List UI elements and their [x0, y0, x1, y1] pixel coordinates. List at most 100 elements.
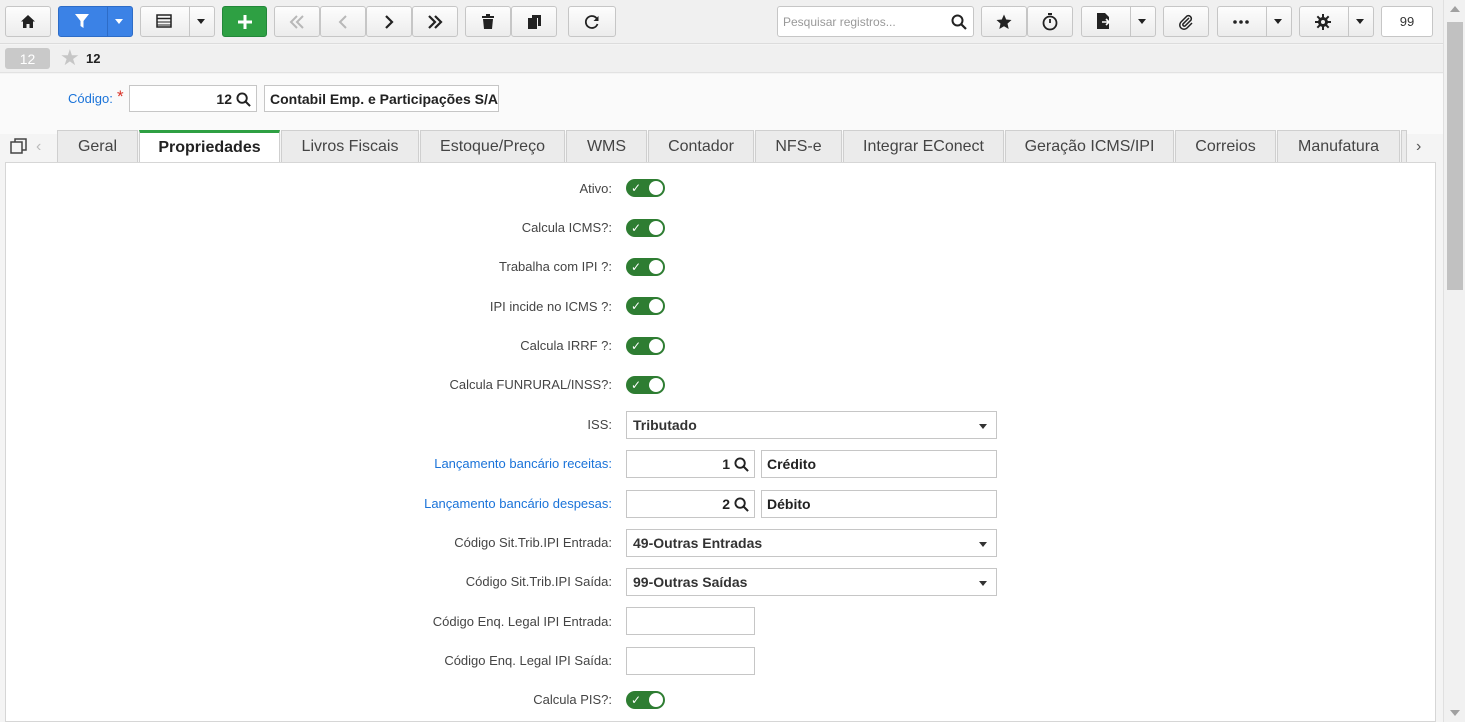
tab-scroll-left-icon[interactable]: ‹	[36, 138, 41, 156]
lanc-despesas-desc-field[interactable]: Débito	[761, 490, 997, 518]
double-chevron-right-icon	[428, 14, 443, 29]
calcula-irrf-toggle[interactable]: ✓	[626, 337, 665, 355]
iss-value: Tributado	[633, 417, 697, 433]
add-button[interactable]	[222, 6, 267, 37]
company-name-value: Contabil Emp. e Participações S/A	[270, 90, 498, 107]
lanc-receitas-code-input[interactable]: 1	[626, 450, 755, 478]
company-name-field[interactable]: Contabil Emp. e Participações S/A	[264, 85, 499, 112]
view-button[interactable]	[140, 6, 215, 37]
tab-wms[interactable]: WMS	[566, 130, 647, 162]
tab-correios[interactable]: Correios	[1175, 130, 1276, 162]
timer-button[interactable]	[1027, 6, 1073, 37]
tab-nfse[interactable]: NFS-e	[755, 130, 842, 162]
plus-icon	[237, 14, 252, 29]
lanc-despesas-code: 2	[722, 496, 730, 512]
search-icon[interactable]	[236, 92, 251, 107]
ipi-incide-toggle[interactable]: ✓	[626, 297, 665, 315]
filter-button[interactable]	[58, 6, 133, 37]
favorite-button[interactable]	[981, 6, 1027, 37]
lanc-receitas-label[interactable]: Lançamento bancário receitas:	[434, 456, 612, 471]
chevron-down-icon	[115, 19, 123, 24]
lanc-despesas-code-input[interactable]: 2	[626, 490, 755, 518]
tab-estoque-preco[interactable]: Estoque/Preço	[420, 130, 565, 162]
check-icon: ✓	[631, 339, 642, 353]
first-record-button[interactable]	[274, 6, 320, 37]
tab-propriedades[interactable]: Propriedades	[139, 130, 280, 163]
tab-scroll-right-icon[interactable]: ›	[1416, 138, 1421, 156]
cst-ipi-saida-value: 99-Outras Saídas	[633, 574, 748, 590]
page-scrollbar[interactable]	[1443, 0, 1465, 722]
search-input[interactable]	[783, 14, 943, 29]
calcula-irrf-label: Calcula IRRF ?:	[520, 338, 612, 353]
trabalha-ipi-label: Trabalha com IPI ?:	[499, 259, 612, 274]
tab-label: Contador	[668, 137, 734, 155]
tab-label: Estoque/Preço	[440, 137, 545, 155]
star-icon	[996, 14, 1012, 29]
enq-entrada-label: Código Enq. Legal IPI Entrada:	[432, 614, 612, 629]
scroll-up-icon[interactable]	[1450, 6, 1460, 12]
codigo-input[interactable]: 12	[129, 85, 257, 112]
chevron-down-icon	[979, 542, 987, 547]
star-icon[interactable]: ★	[60, 47, 80, 69]
search-field[interactable]	[777, 6, 974, 37]
iss-select[interactable]: Tributado	[626, 411, 997, 439]
calcula-icms-toggle[interactable]: ✓	[626, 219, 665, 237]
home-icon	[21, 15, 35, 28]
refresh-icon	[585, 14, 599, 29]
more-button[interactable]	[1217, 6, 1292, 37]
export-icon	[1097, 13, 1111, 29]
refresh-button[interactable]	[568, 6, 616, 37]
copy-button[interactable]	[511, 6, 557, 37]
calcula-funrural-toggle[interactable]: ✓	[626, 376, 665, 394]
ativo-toggle[interactable]: ✓	[626, 179, 665, 197]
chevron-down-icon	[1356, 19, 1364, 24]
export-button[interactable]	[1081, 6, 1156, 37]
prev-record-button[interactable]	[320, 6, 366, 37]
enq-saida-input[interactable]	[626, 647, 755, 675]
next-record-button[interactable]	[366, 6, 412, 37]
attachment-button[interactable]	[1163, 6, 1209, 37]
settings-button[interactable]	[1299, 6, 1374, 37]
check-icon: ✓	[631, 221, 642, 235]
home-button[interactable]	[5, 6, 51, 37]
tab-label: Integrar EConect	[863, 137, 984, 155]
tab-livros-fiscais[interactable]: Livros Fiscais	[281, 130, 419, 162]
record-badge: 12	[5, 48, 50, 69]
enq-entrada-input[interactable]	[626, 607, 755, 635]
filter-icon	[75, 14, 89, 28]
lanc-despesas-label[interactable]: Lançamento bancário despesas:	[424, 496, 612, 511]
tab-label: Propriedades	[158, 139, 261, 156]
cst-ipi-entrada-select[interactable]: 49-Outras Entradas	[626, 529, 997, 557]
lanc-receitas-desc: Crédito	[767, 456, 816, 472]
calcula-icms-label: Calcula ICMS?:	[521, 220, 612, 235]
cst-ipi-saida-select[interactable]: 99-Outras Saídas	[626, 568, 997, 596]
lanc-receitas-desc-field[interactable]: Crédito	[761, 450, 997, 478]
delete-button[interactable]	[465, 6, 511, 37]
tab-manufatura[interactable]: Manufatura	[1277, 130, 1400, 162]
lanc-receitas-code: 1	[722, 456, 730, 472]
ativo-label: Ativo:	[579, 181, 612, 196]
search-icon[interactable]	[734, 457, 749, 472]
tab-label: Manufatura	[1298, 137, 1379, 155]
search-icon[interactable]	[951, 14, 967, 30]
tab-contador[interactable]: Contador	[648, 130, 754, 162]
check-icon: ✓	[631, 299, 642, 313]
trabalha-ipi-toggle[interactable]: ✓	[626, 258, 665, 276]
scroll-down-icon[interactable]	[1450, 710, 1460, 716]
calcula-pis-toggle[interactable]: ✓	[626, 691, 665, 709]
search-icon[interactable]	[734, 497, 749, 512]
last-record-button[interactable]	[412, 6, 458, 37]
check-icon: ✓	[631, 260, 642, 274]
tab-geral[interactable]: Geral	[57, 130, 138, 162]
tab-integrar-econect[interactable]: Integrar EConect	[843, 130, 1004, 162]
chevron-right-icon	[385, 14, 394, 29]
cst-ipi-saida-label: Código Sit.Trib.IPI Saída:	[465, 574, 612, 589]
tab-geracao-icms-ipi[interactable]: Geração ICMS/IPI	[1005, 130, 1174, 162]
calcula-pis-label: Calcula PIS?:	[533, 692, 612, 707]
calcula-funrural-label: Calcula FUNRURAL/INSS?:	[449, 377, 612, 392]
scroll-thumb[interactable]	[1447, 22, 1463, 290]
codigo-label: Código:	[68, 91, 113, 106]
chevron-down-icon	[197, 19, 205, 24]
windows-icon[interactable]	[10, 138, 27, 155]
check-icon: ✓	[631, 693, 642, 707]
